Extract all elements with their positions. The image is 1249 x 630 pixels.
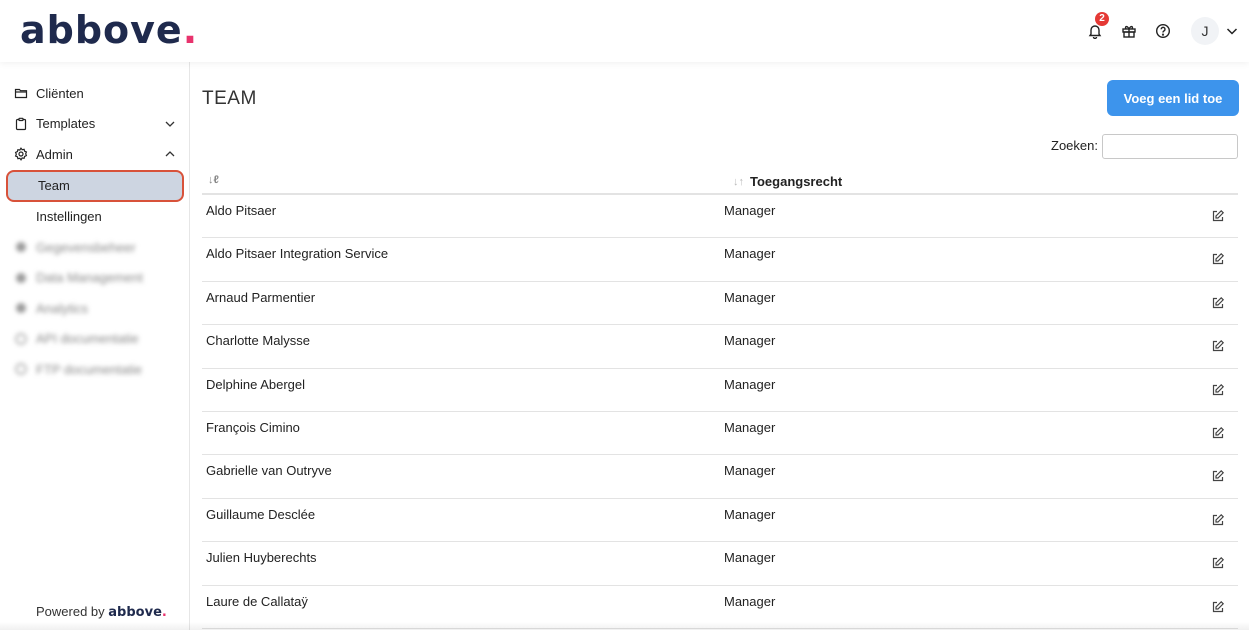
sidebar-item-label: Data Management	[36, 270, 143, 286]
table-row: Aldo Pitsaer Manager	[202, 195, 1238, 239]
table-body: Aldo Pitsaer Manager Aldo Pitsaer Integrat…	[202, 195, 1238, 629]
notifications-button[interactable]: 2	[1085, 12, 1109, 41]
search-label: Zoeken:	[1051, 138, 1098, 153]
sidebar-item-blurred-1[interactable]: Gegevensbeheer	[0, 232, 190, 263]
edit-icon[interactable]	[1211, 252, 1225, 266]
sidebar-nav: Cliënten Templates Admin Team Instelling…	[0, 78, 190, 385]
add-member-button[interactable]: Voeg een lid toe	[1107, 80, 1239, 116]
member-role: Manager	[724, 376, 776, 392]
sidebar-item-label: Instellingen	[36, 209, 102, 225]
sidebar-item-label: Team	[38, 178, 70, 193]
member-name: Laure de Callataÿ	[206, 593, 308, 609]
chevron-down-icon[interactable]	[164, 118, 176, 130]
table-row: Arnaud Parmentier Manager	[202, 282, 1238, 326]
top-bar: abbove. 2 J	[0, 0, 1249, 62]
grid-icon	[14, 271, 28, 285]
gift-icon	[1122, 25, 1136, 38]
member-role: Manager	[724, 550, 776, 566]
sidebar-item-label: Admin	[36, 146, 73, 162]
member-name: Arnaud Parmentier	[206, 289, 316, 305]
member-name: Delphine Abergel	[206, 376, 306, 392]
sidebar-item-blurred-4[interactable]: API documentatie	[0, 324, 190, 355]
main-content: TEAM Voeg een lid toe Zoeken: ↓ℓ ↓↑ Toeg…	[191, 62, 1249, 630]
sort-icon: ↓↑	[733, 175, 744, 188]
powered-by: Powered by abbove.	[36, 604, 167, 620]
table-row: Guillaume Desclée Manager	[202, 499, 1238, 543]
sidebar-item-blurred-5[interactable]: FTP documentatie	[0, 354, 190, 385]
table-row: Julien Huyberechts Manager	[202, 542, 1238, 586]
edit-icon[interactable]	[1211, 296, 1225, 310]
sidebar-item-instellingen[interactable]: Instellingen	[0, 202, 190, 233]
help-icon	[1155, 23, 1171, 39]
doc-icon	[14, 332, 28, 346]
member-name: Gabrielle van Outryve	[206, 463, 332, 479]
doc-icon	[14, 362, 28, 376]
sidebar-item-label: API documentatie	[36, 331, 139, 347]
table-row: François Cimino Manager	[202, 412, 1238, 456]
clipboard-icon	[14, 117, 28, 131]
sidebar-item-label: Cliënten	[36, 85, 84, 101]
sidebar-item-templates[interactable]: Templates	[0, 109, 190, 140]
edit-icon[interactable]	[1211, 513, 1225, 527]
table-row: Gabrielle van Outryve Manager	[202, 455, 1238, 499]
edit-icon[interactable]	[1211, 556, 1225, 570]
notification-badge: 2	[1095, 12, 1109, 26]
chevron-down-icon[interactable]	[1225, 24, 1239, 38]
page-title: TEAM	[202, 88, 257, 109]
table-row: Charlotte Malysse Manager	[202, 325, 1238, 369]
sidebar: Cliënten Templates Admin Team Instelling…	[0, 62, 190, 630]
member-name: Julien Huyberechts	[206, 550, 317, 566]
user-avatar[interactable]: J	[1191, 17, 1219, 45]
member-name: François Cimino	[206, 419, 300, 435]
table-header: ↓ℓ ↓↑ Toegangsrecht	[202, 172, 1238, 195]
chart-icon	[14, 301, 28, 315]
member-role: Manager	[724, 289, 776, 305]
table-row: Delphine Abergel Manager	[202, 369, 1238, 412]
sidebar-item-clienten[interactable]: Cliënten	[0, 78, 190, 109]
edit-icon[interactable]	[1211, 600, 1225, 614]
edit-icon[interactable]	[1211, 383, 1225, 397]
sort-name-button[interactable]: ↓ℓ	[208, 174, 219, 186]
help-button[interactable]	[1153, 21, 1173, 41]
member-name: Aldo Pitsaer	[206, 203, 277, 218]
member-name: Charlotte Malysse	[206, 333, 311, 349]
member-name: Aldo Pitsaer Integration Service	[206, 246, 389, 262]
member-role: Manager	[724, 593, 776, 609]
header-actions: 2 J	[1071, 12, 1249, 48]
sidebar-item-blurred-2[interactable]: Data Management	[0, 263, 190, 294]
sidebar-item-label: Gegevensbeheer	[36, 239, 136, 255]
member-role: Manager	[724, 203, 776, 218]
sidebar-item-label: Templates	[36, 116, 96, 132]
search-input[interactable]	[1102, 134, 1238, 159]
member-role: Manager	[724, 333, 776, 349]
folder-icon	[14, 86, 28, 100]
gift-button[interactable]	[1119, 21, 1139, 41]
member-role: Manager	[724, 463, 776, 479]
member-role: Manager	[724, 506, 776, 522]
grid-icon	[14, 240, 28, 254]
table-row: Aldo Pitsaer Integration Service Manager	[202, 238, 1238, 282]
team-table: ↓ℓ ↓↑ Toegangsrecht Aldo Pitsaer Manager A…	[202, 172, 1238, 629]
member-name: Guillaume Desclée	[206, 506, 316, 522]
sidebar-item-team[interactable]: Team	[6, 169, 184, 202]
edit-icon[interactable]	[1211, 426, 1225, 440]
edit-icon[interactable]	[1211, 339, 1225, 353]
edit-icon[interactable]	[1211, 469, 1225, 483]
member-role: Manager	[724, 246, 776, 262]
sort-asc-icon: ↓ℓ	[208, 174, 219, 186]
column-header-access[interactable]: ↓↑ Toegangsrecht	[733, 174, 842, 189]
member-role: Manager	[724, 419, 776, 435]
chevron-up-icon[interactable]	[164, 148, 176, 160]
edit-icon[interactable]	[1211, 209, 1225, 223]
sidebar-item-label: FTP documentatie	[36, 361, 142, 377]
abbove-logo[interactable]: abbove.	[20, 8, 198, 52]
sidebar-item-label: Analytics	[36, 300, 89, 316]
sidebar-item-blurred-3[interactable]: Analytics	[0, 293, 190, 324]
bottom-shadow	[0, 622, 1249, 630]
sidebar-item-admin[interactable]: Admin	[0, 139, 190, 170]
gear-icon	[14, 147, 28, 162]
powered-brand: abbove.	[108, 605, 167, 620]
